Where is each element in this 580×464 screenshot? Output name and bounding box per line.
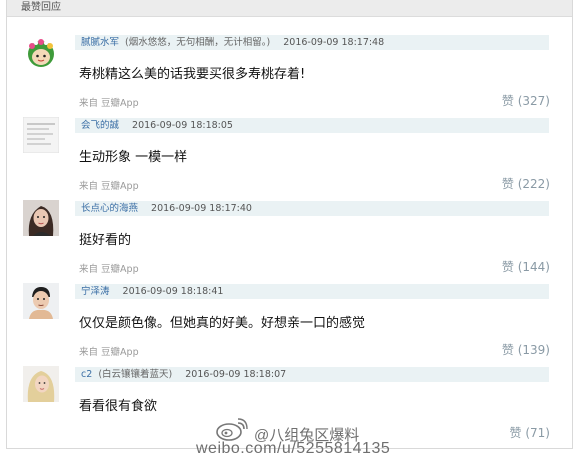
comment-source: 来自 豆瓣App — [79, 344, 139, 358]
like-count: (139) — [517, 343, 550, 357]
like-button[interactable]: 赞 (222) — [502, 175, 550, 192]
document-thumbnail-icon — [23, 117, 59, 153]
like-label: 赞 — [501, 177, 514, 191]
like-count: (327) — [517, 94, 550, 108]
blonde-woman-photo-icon — [23, 366, 59, 402]
like-button[interactable]: 赞 (139) — [502, 341, 550, 358]
source-app-link[interactable]: 豆瓣App — [101, 264, 139, 275]
avatar[interactable] — [23, 34, 59, 70]
watermark-url: weibo.com/u/5255814135 — [196, 440, 391, 457]
source-label: 来自 — [79, 181, 99, 192]
man-photo-icon — [23, 283, 59, 319]
username-link[interactable]: 长点心的海燕 — [81, 203, 138, 214]
comment-source: 来自 豆瓣App — [79, 178, 139, 192]
comment-text: 寿桃精这么美的话我要买很多寿桃存着! — [79, 67, 306, 82]
woman-photo-icon — [23, 200, 59, 236]
comment-item: 长点心的海燕 2016-09-09 18:17:40 挺好看的 来自 豆瓣App… — [7, 196, 572, 278]
comment-item: 宁泽涛 2016-09-09 18:18:41 仅仅是颜色像。但她真的好美。好想… — [7, 279, 572, 361]
source-app-link[interactable]: 豆瓣App — [101, 181, 139, 192]
like-count: (144) — [517, 260, 550, 274]
comment-meta-bar: 会飞的誠 2016-09-09 18:18:05 — [75, 118, 549, 133]
comment-timestamp: 2016-09-09 18:17:40 — [151, 203, 252, 214]
like-button[interactable]: 赞 (144) — [502, 258, 550, 275]
user-signature: (白云镶镶着蓝天) — [98, 369, 173, 380]
like-label: 赞 — [501, 343, 514, 357]
comment-text: 挺好看的 — [79, 233, 132, 248]
like-label: 赞 — [501, 94, 514, 108]
weibo-logo-icon — [216, 418, 248, 441]
comment-source: 来自 豆瓣App — [79, 261, 139, 275]
like-label: 赞 — [501, 260, 514, 274]
avatar[interactable] — [23, 117, 59, 153]
source-app-link[interactable]: 豆瓣App — [101, 98, 139, 109]
user-signature: (烟水悠悠，无句相酬，无计相留。) — [125, 37, 271, 48]
username-link[interactable]: 宁泽涛 — [81, 286, 110, 297]
comment-source: 来自 豆瓣App — [79, 95, 139, 109]
source-label: 来自 — [79, 347, 99, 358]
comment-timestamp: 2016-09-09 18:18:41 — [122, 286, 224, 297]
comment-timestamp: 2016-09-09 18:18:07 — [185, 369, 287, 380]
avatar[interactable] — [23, 366, 59, 402]
comment-meta-bar: c2 (白云镶镶着蓝天) 2016-09-09 18:18:07 — [75, 367, 549, 382]
username-link[interactable]: c2 — [81, 369, 92, 380]
comment-meta-bar: 腻腻水军 (烟水悠悠，无句相酬，无计相留。) 2016-09-09 18:17:… — [75, 35, 549, 50]
username-link[interactable]: 腻腻水军 — [81, 37, 119, 48]
section-header: 最赞回应 — [7, 0, 572, 17]
comment-timestamp: 2016-09-09 18:18:05 — [132, 120, 233, 131]
comment-text: 看看很有食欲 — [79, 399, 158, 414]
like-count: (71) — [525, 426, 550, 440]
comment-text: 生动形象 一模一样 — [79, 150, 188, 165]
comment-meta-bar: 宁泽涛 2016-09-09 18:18:41 — [75, 284, 549, 299]
comment-item: 会飞的誠 2016-09-09 18:18:05 生动形象 一模一样 来自 豆瓣… — [7, 113, 572, 195]
comment-item: 腻腻水军 (烟水悠悠，无句相酬，无计相留。) 2016-09-09 18:17:… — [7, 30, 572, 112]
avatar[interactable] — [23, 200, 59, 236]
comment-timestamp: 2016-09-09 18:17:48 — [283, 37, 385, 48]
source-app-link[interactable]: 豆瓣App — [101, 347, 139, 358]
comment-meta-bar: 长点心的海燕 2016-09-09 18:17:40 — [75, 201, 549, 216]
weibo-watermark: @八组兔区爆料 weibo.com/u/5255814135 — [196, 418, 526, 464]
source-label: 来自 — [79, 98, 99, 109]
like-button[interactable]: 赞 (327) — [502, 92, 550, 109]
section-title: 最赞回应 — [21, 2, 61, 13]
top-comments-panel: 最赞回应 腻腻水军 (烟水悠悠，无句相酬，无计相留。) 2016-09-09 1… — [6, 0, 573, 449]
username-link[interactable]: 会飞的誠 — [81, 120, 119, 131]
like-count: (222) — [517, 177, 550, 191]
avatar[interactable] — [23, 283, 59, 319]
source-label: 来自 — [79, 264, 99, 275]
comment-text: 仅仅是颜色像。但她真的好美。好想亲一口的感觉 — [79, 316, 366, 331]
cartoon-avatar-icon — [23, 34, 59, 70]
